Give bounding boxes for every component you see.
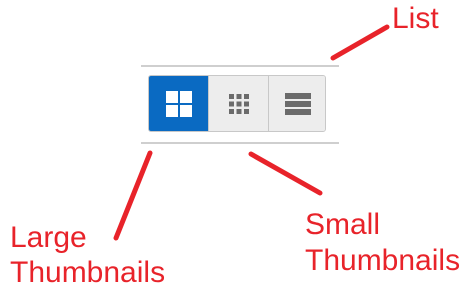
list-view-button[interactable] — [268, 76, 325, 131]
arrow-large-thumbnails — [113, 150, 153, 241]
large-thumbnails-callout-line2: Thumbnails — [10, 256, 166, 289]
toolbar-bottom-divider — [141, 142, 339, 144]
list-icon — [285, 92, 311, 116]
list-callout-label: List — [392, 2, 439, 35]
arrow-small-thumbnails — [248, 151, 323, 196]
small-thumbnails-callout-line2: Thumbnails — [305, 244, 461, 277]
arrow-list — [330, 24, 390, 61]
small-thumbnails-callout-line1: Small — [305, 208, 381, 241]
large-thumbnails-callout-line1: Large — [10, 221, 87, 254]
large-grid-icon — [165, 90, 193, 118]
large-thumbnails-button[interactable] — [149, 76, 208, 131]
view-mode-toggle-group — [148, 75, 326, 132]
toolbar-top-divider — [141, 65, 339, 67]
small-grid-icon — [228, 93, 250, 115]
small-thumbnails-button[interactable] — [208, 76, 268, 131]
